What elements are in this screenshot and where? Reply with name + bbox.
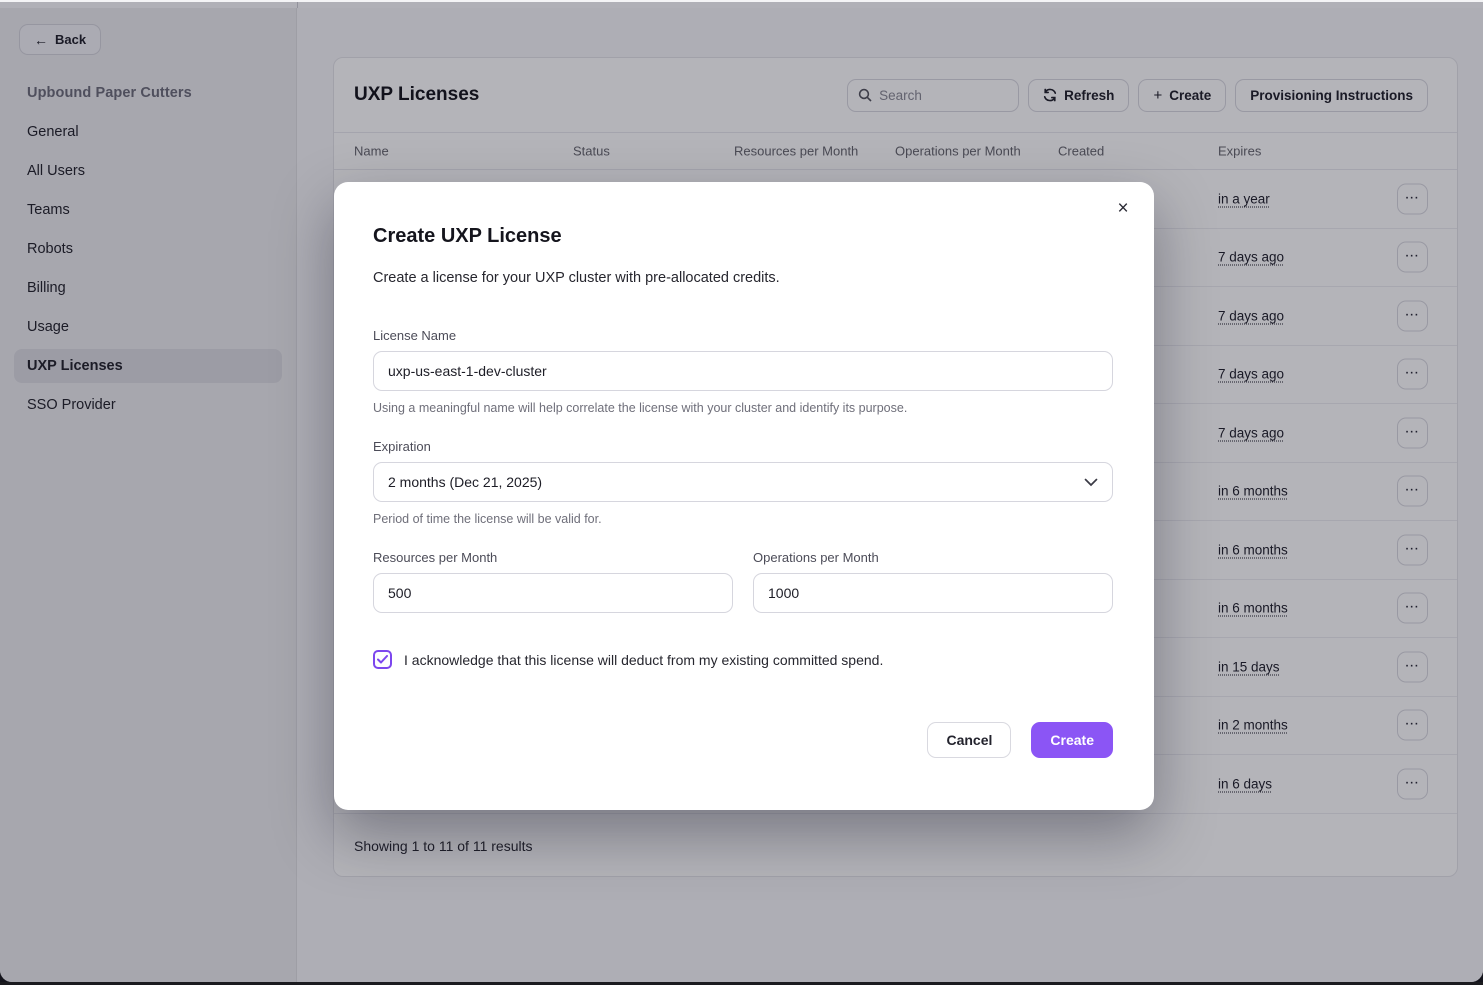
- acknowledge-row: I acknowledge that this license will ded…: [373, 650, 1113, 669]
- operations-label: Operations per Month: [753, 550, 1113, 565]
- operations-input[interactable]: [753, 573, 1113, 613]
- resources-field: Resources per Month: [373, 527, 733, 613]
- operations-field: Operations per Month: [753, 527, 1113, 613]
- expiration-helper: Period of time the license will be valid…: [373, 511, 1113, 527]
- create-uxp-license-modal: × Create UXP License Create a license fo…: [334, 182, 1154, 810]
- resources-label: Resources per Month: [373, 550, 733, 565]
- acknowledge-checkbox[interactable]: [373, 650, 392, 669]
- modal-description: Create a license for your UXP cluster wi…: [373, 268, 1113, 288]
- close-icon[interactable]: ×: [1108, 194, 1138, 224]
- modal-actions: Cancel Create: [373, 722, 1113, 758]
- expiration-select[interactable]: 2 months (Dec 21, 2025): [373, 462, 1113, 502]
- license-name-helper: Using a meaningful name will help correl…: [373, 400, 1113, 416]
- expiration-label: Expiration: [373, 439, 1113, 454]
- acknowledge-text: I acknowledge that this license will ded…: [404, 652, 883, 668]
- window-top-edge: [0, 0, 1483, 2]
- license-name-label: License Name: [373, 328, 1113, 343]
- expiration-selected-value: 2 months (Dec 21, 2025): [388, 474, 542, 490]
- limits-row: Resources per Month Operations per Month: [373, 527, 1113, 613]
- chevron-down-icon: [1084, 478, 1098, 487]
- modal-create-button[interactable]: Create: [1031, 722, 1113, 758]
- cancel-button[interactable]: Cancel: [927, 722, 1011, 758]
- license-name-input[interactable]: [373, 351, 1113, 391]
- modal-title: Create UXP License: [373, 222, 1113, 250]
- resources-input[interactable]: [373, 573, 733, 613]
- check-icon: [377, 655, 388, 664]
